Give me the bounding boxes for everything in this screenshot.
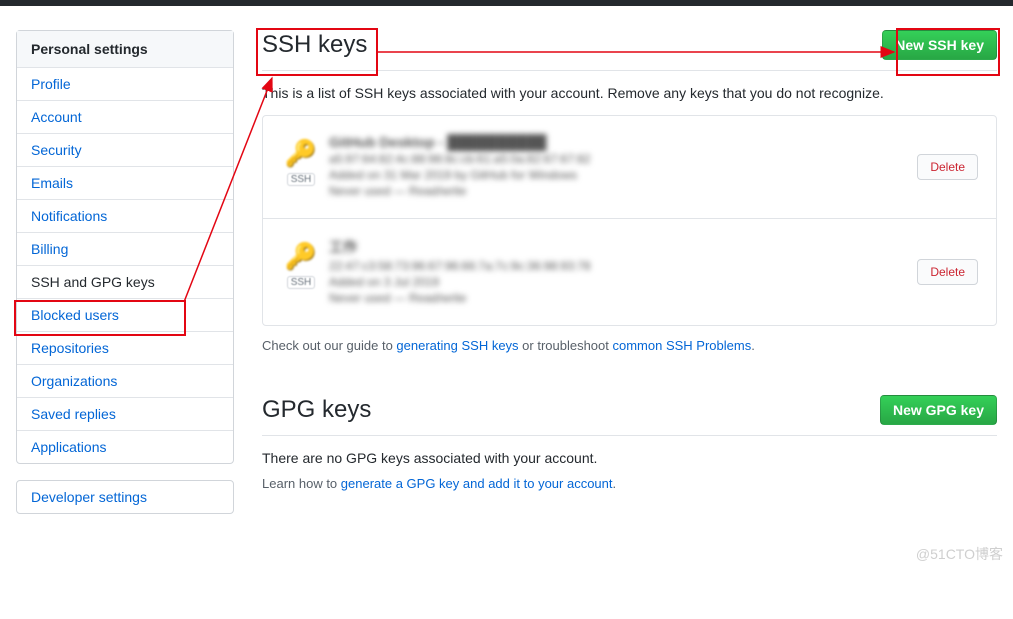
ssh-key-title: 工作 [329,237,917,257]
ssh-help-suffix: . [751,338,755,353]
main-content: SSH keys New SSH key This is a list of S… [234,30,997,530]
ssh-badge: SSH [287,276,316,289]
sidebar: Personal settings Profile Account Securi… [16,30,234,530]
sidebar-header: Personal settings [17,31,233,68]
generating-ssh-keys-link[interactable]: generating SSH keys [396,338,518,353]
sidebar-item-billing[interactable]: Billing [17,233,233,266]
ssh-key-fingerprint: 22:47:c3:58:73:96:67:96:66:7a:7c:9c:36:9… [329,259,917,273]
ssh-key-added: Added on 31 Mar 2019 by GitHub for Windo… [329,168,917,182]
ssh-badge: SSH [287,173,316,186]
gpg-learn-suffix: . [613,476,617,491]
sidebar-item-organizations[interactable]: Organizations [17,365,233,398]
generate-gpg-key-link[interactable]: generate a GPG key and add it to your ac… [341,476,613,491]
ssh-subhead: SSH keys New SSH key [262,30,997,71]
ssh-help-text: Check out our guide to generating SSH ke… [262,338,997,353]
sidebar-item-profile[interactable]: Profile [17,68,233,101]
delete-ssh-key-button[interactable]: Delete [917,259,978,285]
gpg-learn-text: Learn how to generate a GPG key and add … [262,476,997,491]
sidebar-group-developer: Developer settings [16,480,234,514]
new-gpg-key-button[interactable]: New GPG key [880,395,997,425]
gpg-section: GPG keys New GPG key There are no GPG ke… [262,395,997,491]
sidebar-item-notifications[interactable]: Notifications [17,200,233,233]
ssh-key-item: 🔑 SSH GitHub Desktop - ██████████ a5:97:… [263,116,996,219]
sidebar-item-blocked-users[interactable]: Blocked users [17,299,233,332]
ssh-key-fingerprint: a5:97:64:82:4c:88:98:8c:cb:61:a5:0a:82:6… [329,152,917,166]
ssh-key-added: Added on 3 Jul 2019 [329,275,917,289]
ssh-key-icon-col: 🔑 SSH [281,241,321,289]
sidebar-item-repositories[interactable]: Repositories [17,332,233,365]
delete-ssh-key-button[interactable]: Delete [917,154,978,180]
ssh-key-title: GitHub Desktop - ██████████ [329,134,917,150]
sidebar-item-saved-replies[interactable]: Saved replies [17,398,233,431]
ssh-help-prefix: Check out our guide to [262,338,396,353]
ssh-description: This is a list of SSH keys associated wi… [262,85,997,101]
ssh-key-list: 🔑 SSH GitHub Desktop - ██████████ a5:97:… [262,115,997,326]
ssh-key-body: 工作 22:47:c3:58:73:96:67:96:66:7a:7c:9c:3… [329,237,917,307]
sidebar-item-security[interactable]: Security [17,134,233,167]
sidebar-item-developer-settings[interactable]: Developer settings [17,481,233,513]
sidebar-item-ssh-gpg-keys[interactable]: SSH and GPG keys [17,266,233,299]
ssh-help-mid: or troubleshoot [519,338,613,353]
gpg-learn-prefix: Learn how to [262,476,341,491]
new-ssh-key-button[interactable]: New SSH key [882,30,997,60]
ssh-key-usage: Never used — Read/write [329,291,917,305]
sidebar-item-applications[interactable]: Applications [17,431,233,463]
ssh-key-usage: Never used — Read/write [329,184,917,198]
common-ssh-problems-link[interactable]: common SSH Problems [613,338,752,353]
sidebar-item-account[interactable]: Account [17,101,233,134]
gpg-empty-text: There are no GPG keys associated with yo… [262,450,997,466]
sidebar-group-personal: Personal settings Profile Account Securi… [16,30,234,464]
watermark: @51CTO博客 [916,544,1003,564]
ssh-title: SSH keys [262,31,367,59]
ssh-key-item: 🔑 SSH 工作 22:47:c3:58:73:96:67:96:66:7a:7… [263,219,996,325]
gpg-subhead: GPG keys New GPG key [262,395,997,436]
gpg-title: GPG keys [262,396,371,424]
key-icon: 🔑 [285,241,317,272]
sidebar-item-emails[interactable]: Emails [17,167,233,200]
ssh-key-icon-col: 🔑 SSH [281,138,321,186]
key-icon: 🔑 [285,138,317,169]
ssh-key-body: GitHub Desktop - ██████████ a5:97:64:82:… [329,134,917,200]
